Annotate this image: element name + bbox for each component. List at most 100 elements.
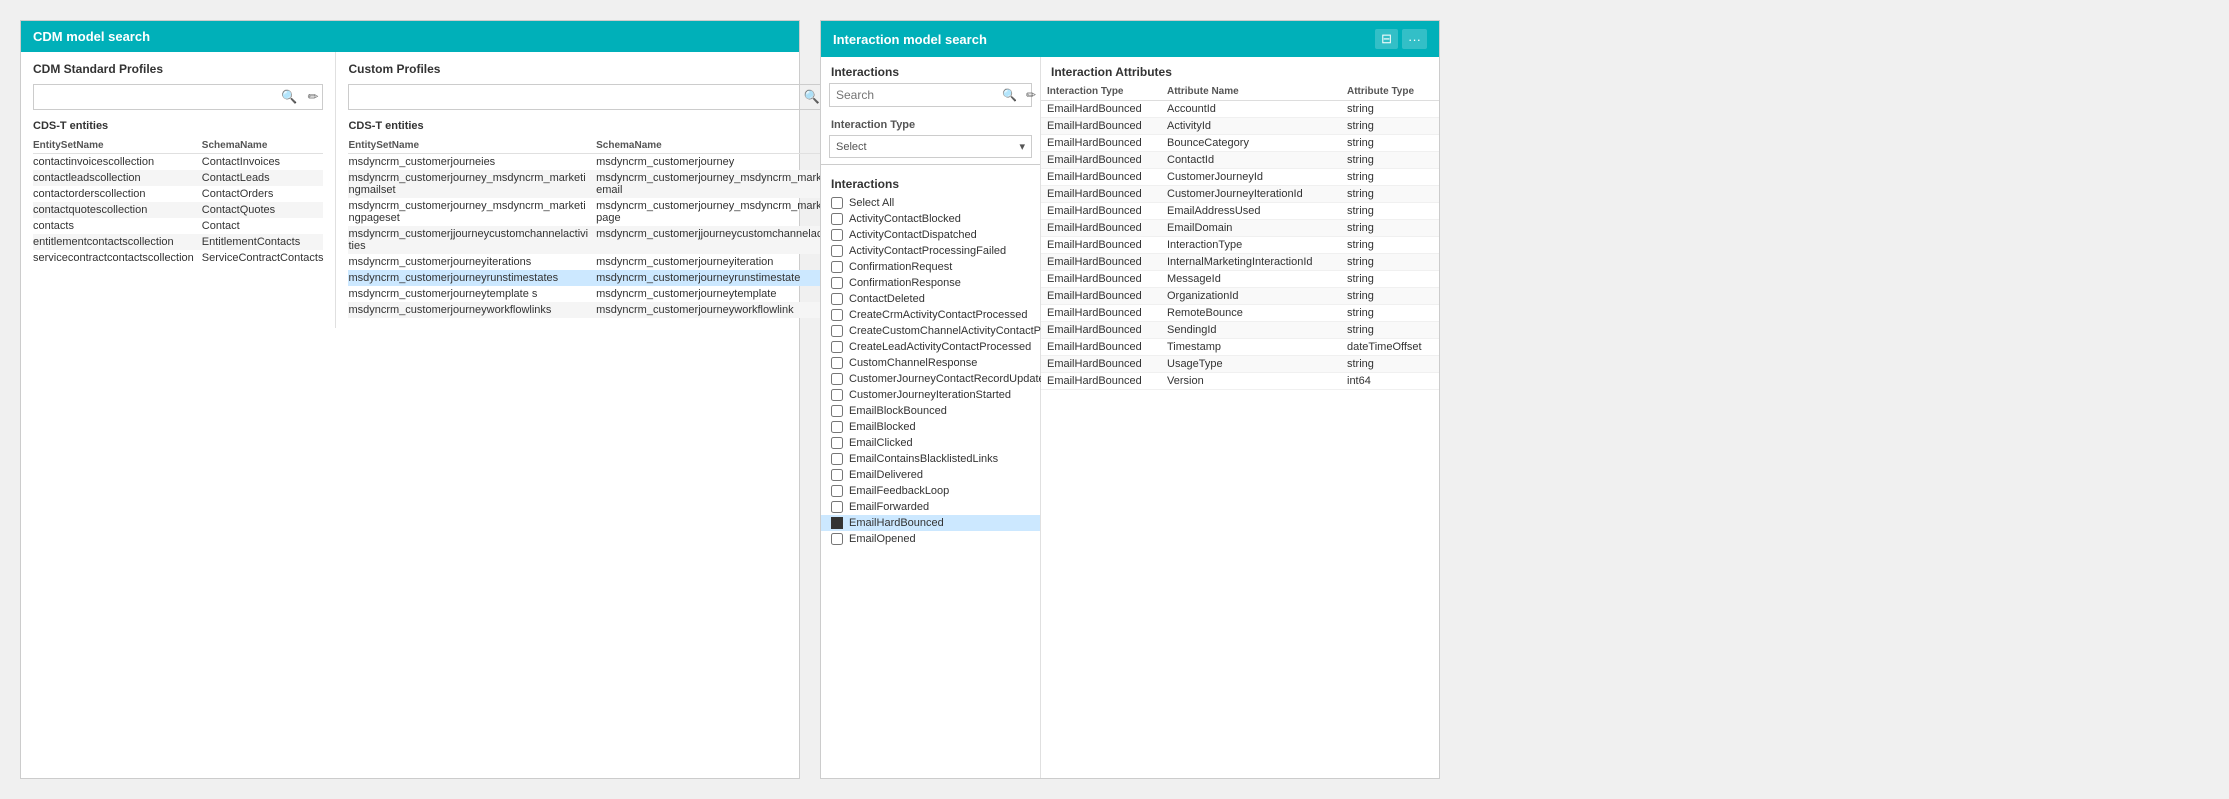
cdm-standard-table: EntitySetName SchemaName contactinvoices… [33, 138, 323, 266]
interaction-checkbox[interactable] [831, 357, 843, 369]
table-row[interactable]: EmailHardBouncedRemoteBouncestring [1041, 305, 1439, 322]
attr-interaction-type: EmailHardBounced [1041, 203, 1161, 220]
table-row[interactable]: msdyncrm_customerjourneyworkflowlinksmsd… [348, 302, 845, 318]
table-row[interactable]: msdyncrm_customerjourney_msdyncrm_market… [348, 198, 845, 226]
list-item[interactable]: ConfirmationRequest [821, 259, 1040, 275]
table-row[interactable]: EmailHardBouncedBounceCategorystring [1041, 135, 1439, 152]
table-row[interactable]: entitlementcontactscollectionEntitlement… [33, 234, 323, 250]
list-item[interactable]: EmailBlocked [821, 419, 1040, 435]
list-item[interactable]: EmailClicked [821, 435, 1040, 451]
table-row[interactable]: EmailHardBouncedCustomerJourneyIteration… [1041, 186, 1439, 203]
divider [821, 164, 1040, 165]
table-row[interactable]: EmailHardBouncedVersionint64 [1041, 373, 1439, 390]
panel-more-button[interactable]: ··· [1402, 29, 1427, 49]
interaction-checkbox[interactable] [831, 309, 843, 321]
list-item[interactable]: EmailDelivered [821, 467, 1040, 483]
table-row[interactable]: EmailHardBouncedAccountIdstring [1041, 101, 1439, 118]
table-row[interactable]: EmailHardBouncedInteractionTypestring [1041, 237, 1439, 254]
table-row[interactable]: msdyncrm_customerjourneiesmsdyncrm_custo… [348, 154, 845, 171]
table-row[interactable]: EmailHardBouncedActivityIdstring [1041, 118, 1439, 135]
list-item[interactable]: CreateCrmActivityContactProcessed [821, 307, 1040, 323]
list-item[interactable]: EmailHardBounced [821, 515, 1040, 531]
list-item[interactable]: ActivityContactBlocked [821, 211, 1040, 227]
interaction-checkbox[interactable] [831, 373, 843, 385]
interaction-checkbox[interactable] [831, 501, 843, 513]
interaction-item-label: EmailFeedbackLoop [849, 485, 949, 497]
table-row[interactable]: EmailHardBouncedUsageTypestring [1041, 356, 1439, 373]
list-item[interactable]: EmailFeedbackLoop [821, 483, 1040, 499]
interaction-checkbox[interactable] [831, 213, 843, 225]
table-row[interactable]: EmailHardBouncedTimestampdateTimeOffset [1041, 339, 1439, 356]
interaction-checkbox[interactable] [831, 293, 843, 305]
cdm-standard-search-box[interactable]: contact 🔍 ✏ [33, 84, 323, 110]
list-item[interactable]: EmailContainsBlacklistedLinks [821, 451, 1040, 467]
interaction-checkbox[interactable] [831, 341, 843, 353]
interaction-checkbox[interactable] [831, 469, 843, 481]
table-row[interactable]: EmailHardBouncedSendingIdstring [1041, 322, 1439, 339]
table-row[interactable]: EmailHardBouncedMessageIdstring [1041, 271, 1439, 288]
table-row[interactable]: msdyncrm_customerjourneytemplate smsdync… [348, 286, 845, 302]
table-row[interactable]: contactorderscollectionContactOrders [33, 186, 323, 202]
table-row[interactable]: EmailHardBouncedInternalMarketingInterac… [1041, 254, 1439, 271]
cdm-custom-entities-label: CDS-T entities [348, 120, 845, 132]
interaction-checkbox[interactable] [831, 405, 843, 417]
cdm-custom-search-input[interactable]: Journey [349, 86, 797, 108]
interaction-type-select[interactable]: Select ▾ [829, 135, 1032, 158]
interaction-item-label: ConfirmationResponse [849, 277, 961, 289]
list-item[interactable]: ContactDeleted [821, 291, 1040, 307]
interaction-checkbox[interactable] [831, 533, 843, 545]
list-item[interactable]: EmailOpened [821, 531, 1040, 547]
list-item[interactable]: EmailBlockBounced [821, 403, 1040, 419]
interaction-checkbox[interactable] [831, 389, 843, 401]
attr-type: string [1341, 135, 1439, 152]
table-row[interactable]: EmailHardBouncedEmailAddressUsedstring [1041, 203, 1439, 220]
panel-icon-button[interactable]: ⊟ [1375, 29, 1398, 49]
list-item[interactable]: CreateCustomChannelActivityContactProc..… [821, 323, 1040, 339]
table-row[interactable]: contactquotescollectionContactQuotes [33, 202, 323, 218]
interactions-search-input[interactable] [830, 84, 997, 106]
interaction-checkbox[interactable] [831, 245, 843, 257]
list-item[interactable]: Select All [821, 195, 1040, 211]
cdm-standard-search-input[interactable]: contact [34, 86, 275, 108]
table-row[interactable]: EmailHardBouncedCustomerJourneyIdstring [1041, 169, 1439, 186]
interaction-item-label: EmailBlockBounced [849, 405, 947, 417]
list-item[interactable]: EmailForwarded [821, 499, 1040, 515]
interaction-checkbox[interactable] [831, 277, 843, 289]
list-item[interactable]: ActivityContactDispatched [821, 227, 1040, 243]
attr-name: Version [1161, 373, 1341, 390]
table-row[interactable]: contactinvoicescollectionContactInvoices [33, 154, 323, 171]
list-item[interactable]: CreateLeadActivityContactProcessed [821, 339, 1040, 355]
attr-interaction-type: EmailHardBounced [1041, 118, 1161, 135]
cdm-standard-entities-label: CDS-T entities [33, 120, 323, 132]
interaction-checkbox[interactable] [831, 421, 843, 433]
interaction-checkbox[interactable] [831, 437, 843, 449]
interaction-checkbox[interactable] [831, 261, 843, 273]
list-item[interactable]: CustomerJourneyIterationStarted [821, 387, 1040, 403]
table-row[interactable]: EmailHardBouncedContactIdstring [1041, 152, 1439, 169]
schema-name: Contact [202, 218, 324, 234]
edit-icon[interactable]: ✏ [304, 85, 323, 109]
interaction-body: Interactions 🔍 ✏ Interaction Type Select… [821, 57, 1439, 778]
interaction-checkbox[interactable] [831, 229, 843, 241]
table-row[interactable]: msdyncrm_customerjourneyrunstimestatesms… [348, 270, 845, 286]
schema-name: msdyncrm_customerjourney [596, 154, 845, 171]
interaction-checkbox[interactable] [831, 453, 843, 465]
list-item[interactable]: CustomerJourneyContactRecordUpdated [821, 371, 1040, 387]
list-item[interactable]: CustomChannelResponse [821, 355, 1040, 371]
table-row[interactable]: servicecontractcontactscollectionService… [33, 250, 323, 266]
table-row[interactable]: EmailHardBouncedEmailDomainstring [1041, 220, 1439, 237]
cdm-custom-search-box[interactable]: Journey 🔍 ✏ [348, 84, 845, 110]
table-row[interactable]: contactsContact [33, 218, 323, 234]
interaction-checkbox[interactable] [831, 485, 843, 497]
list-item[interactable]: ConfirmationResponse [821, 275, 1040, 291]
table-row[interactable]: msdyncrm_customerjourneyiterationsmsdync… [348, 254, 845, 270]
table-row[interactable]: contactleadscollectionContactLeads [33, 170, 323, 186]
interaction-checkbox[interactable] [831, 325, 843, 337]
interaction-checkbox[interactable] [831, 197, 843, 209]
table-row[interactable]: msdyncrm_customerjjourneycustomchannelac… [348, 226, 845, 254]
table-row[interactable]: msdyncrm_customerjourney_msdyncrm_market… [348, 170, 845, 198]
interactions-search-pencil-icon[interactable]: ✏ [1022, 84, 1040, 106]
table-row[interactable]: EmailHardBouncedOrganizationIdstring [1041, 288, 1439, 305]
list-item[interactable]: ActivityContactProcessingFailed [821, 243, 1040, 259]
interactions-search-box[interactable]: 🔍 ✏ [829, 83, 1032, 107]
